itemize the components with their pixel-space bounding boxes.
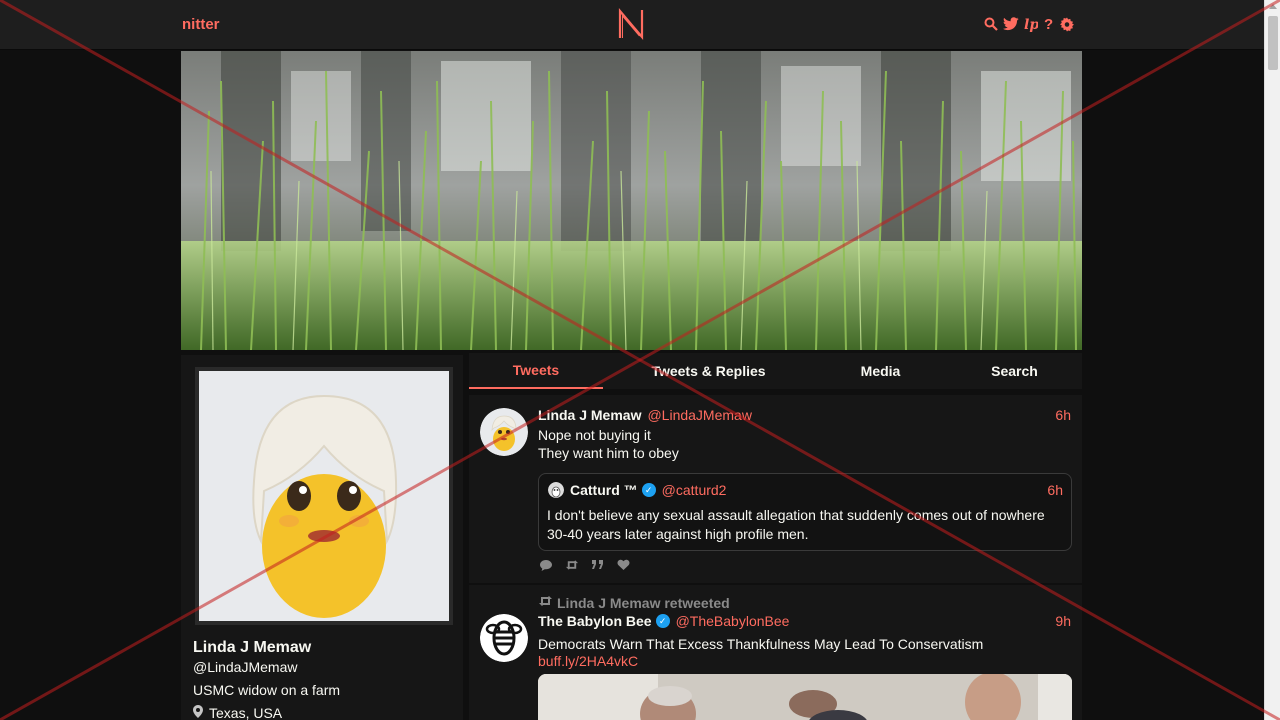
verified-badge-icon: ✓ — [641, 483, 656, 497]
twitter-bird-icon[interactable] — [1002, 16, 1020, 32]
retweet-icon — [538, 594, 553, 612]
tweet-media-image[interactable] — [538, 674, 1072, 720]
tweet-author-handle[interactable]: @LindaJMemaw — [647, 407, 751, 423]
profile-name[interactable]: Linda J Memaw — [193, 639, 311, 657]
tab-media[interactable]: Media — [814, 353, 947, 389]
tweet-timestamp[interactable]: 9h — [1055, 613, 1071, 629]
tab-tweets[interactable]: Tweets — [469, 353, 603, 389]
tweet-author-handle[interactable]: @TheBabylonBee — [676, 613, 790, 629]
tweet-body: Nope not buying it They want him to obey — [538, 426, 679, 462]
tweet-text-line: Nope not buying it — [538, 427, 651, 443]
quote-author-handle[interactable]: @catturd2 — [662, 482, 727, 498]
liberapay-icon[interactable]: lp — [1024, 16, 1038, 32]
reply-icon[interactable] — [539, 559, 553, 573]
tweet-avatar[interactable] — [480, 614, 528, 662]
tweet-header: Linda J Memaw @LindaJMemaw — [538, 407, 752, 425]
tweet-item[interactable]: Linda J Memaw @LindaJMemaw 6h Nope not bu… — [469, 395, 1082, 585]
scroll-thumb[interactable] — [1268, 16, 1278, 70]
tweet-author-name[interactable]: The Babylon Bee — [538, 613, 652, 629]
top-nav: nitter lp ? — [0, 0, 1264, 50]
retweet-icon[interactable] — [565, 559, 579, 573]
quote-header: Catturd ™ ✓ @catturd2 — [548, 482, 726, 498]
nitter-logo-icon[interactable] — [617, 7, 645, 45]
quote-author-name[interactable]: Catturd ™ — [570, 482, 638, 498]
tweet-header: The Babylon Bee ✓ @TheBabylonBee — [538, 613, 789, 629]
profile-card: Linda J Memaw @LindaJMemaw USMC widow on… — [181, 355, 463, 720]
nav-icon-group: lp ? — [984, 16, 1074, 32]
retweet-label[interactable]: Linda J Memaw retweeted — [557, 595, 730, 611]
tweet-author-name[interactable]: Linda J Memaw — [538, 407, 641, 423]
retweet-header: Linda J Memaw retweeted — [538, 594, 730, 612]
location-pin-icon — [193, 705, 203, 720]
quoted-tweet[interactable]: Catturd ™ ✓ @catturd2 6h I don't believe… — [538, 473, 1072, 551]
tab-tweets-replies[interactable]: Tweets & Replies — [603, 353, 814, 389]
page-scrollbar[interactable] — [1264, 0, 1280, 720]
timeline: Linda J Memaw @LindaJMemaw 6h Nope not bu… — [469, 395, 1082, 720]
help-icon[interactable]: ? — [1042, 16, 1056, 32]
tab-search[interactable]: Search — [947, 353, 1082, 389]
svg-text:lp: lp — [1024, 17, 1038, 32]
tweet-avatar[interactable] — [480, 408, 528, 456]
tweet-link[interactable]: buff.ly/2HA4vkC — [538, 653, 638, 669]
location-text: Texas, USA — [209, 705, 283, 720]
svg-text:?: ? — [1044, 16, 1053, 32]
timeline-tabs: Tweets Tweets & Replies Media Search — [469, 353, 1082, 389]
scroll-up-arrow-icon[interactable] — [1269, 4, 1277, 9]
tweet-text-line: They want him to obey — [538, 445, 679, 461]
brand-link[interactable]: nitter — [182, 16, 220, 33]
quote-icon[interactable] — [591, 559, 605, 573]
quote-timestamp[interactable]: 6h — [1047, 482, 1063, 498]
gear-icon[interactable] — [1060, 16, 1074, 32]
tweet-timestamp[interactable]: 6h — [1055, 407, 1071, 423]
tweet-stats — [539, 559, 631, 573]
verified-badge-icon: ✓ — [655, 614, 670, 628]
quote-avatar[interactable] — [548, 482, 564, 498]
tweet-item[interactable]: Linda J Memaw retweeted The Babylon Bee … — [469, 585, 1082, 720]
profile-bio: USMC widow on a farm — [193, 682, 341, 698]
tweet-text: Democrats Warn That Excess Thankfulness … — [538, 636, 984, 652]
profile-handle[interactable]: @LindaJMemaw — [193, 659, 297, 675]
profile-banner-image[interactable] — [181, 51, 1082, 350]
like-icon[interactable] — [617, 559, 631, 573]
search-icon[interactable] — [984, 16, 998, 32]
profile-avatar[interactable] — [195, 367, 453, 625]
quote-text: I don't believe any sexual assault alleg… — [547, 507, 1045, 542]
profile-location: Texas, USA — [193, 705, 282, 720]
